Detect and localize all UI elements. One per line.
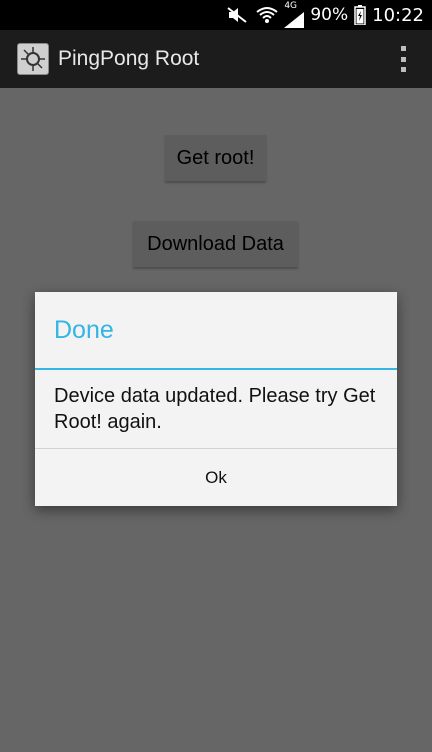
dialog-message: Device data updated. Please try Get Root… xyxy=(54,385,376,433)
ok-button[interactable]: Ok xyxy=(35,449,397,506)
signal-icon: 4G xyxy=(284,1,305,28)
network-type-label: 4G xyxy=(284,1,298,11)
action-bar: PingPong Root xyxy=(0,30,432,88)
mute-icon xyxy=(226,6,250,24)
overflow-menu-icon[interactable] xyxy=(396,46,410,72)
app-title: PingPong Root xyxy=(58,47,200,70)
wifi-icon xyxy=(256,6,278,24)
download-data-button[interactable]: Download Data xyxy=(133,221,298,267)
dialog-title: Done xyxy=(54,316,114,344)
battery-icon xyxy=(354,5,366,25)
done-dialog: Done Device data updated. Please try Get… xyxy=(35,292,397,506)
status-bar: 4G 90% 10:22 xyxy=(0,0,432,30)
status-clock: 10:22 xyxy=(372,4,424,26)
dialog-title-divider xyxy=(35,368,397,370)
get-root-button[interactable]: Get root! xyxy=(165,135,266,181)
battery-percent: 90% xyxy=(310,5,349,25)
app-icon[interactable] xyxy=(17,43,49,75)
